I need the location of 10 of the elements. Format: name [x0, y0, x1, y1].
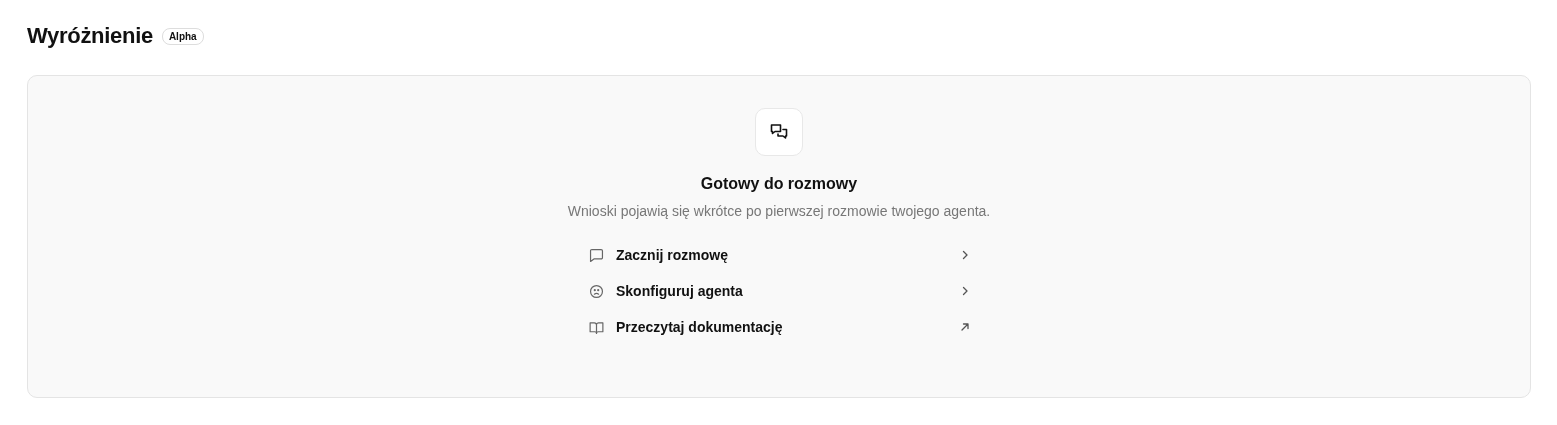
- empty-state-title: Gotowy do rozmowy: [700, 175, 858, 193]
- empty-state-description: Wnioski pojawią się wkrótce po pierwszej rozmowie twojego agenta.: [566, 202, 992, 221]
- action-link[interactable]: Skonfiguruj agenta: [584, 279, 974, 303]
- chat-bubble-icon: [588, 246, 605, 264]
- page-title: Wyróżnienie: [27, 23, 153, 49]
- chat-bubbles-icon: [769, 122, 789, 142]
- action-link[interactable]: Przeczytaj dokumentację: [584, 315, 974, 339]
- action-link[interactable]: Zacznij rozmowę: [584, 243, 974, 267]
- alpha-badge: Alpha: [161, 27, 204, 45]
- face-icon: [588, 282, 605, 300]
